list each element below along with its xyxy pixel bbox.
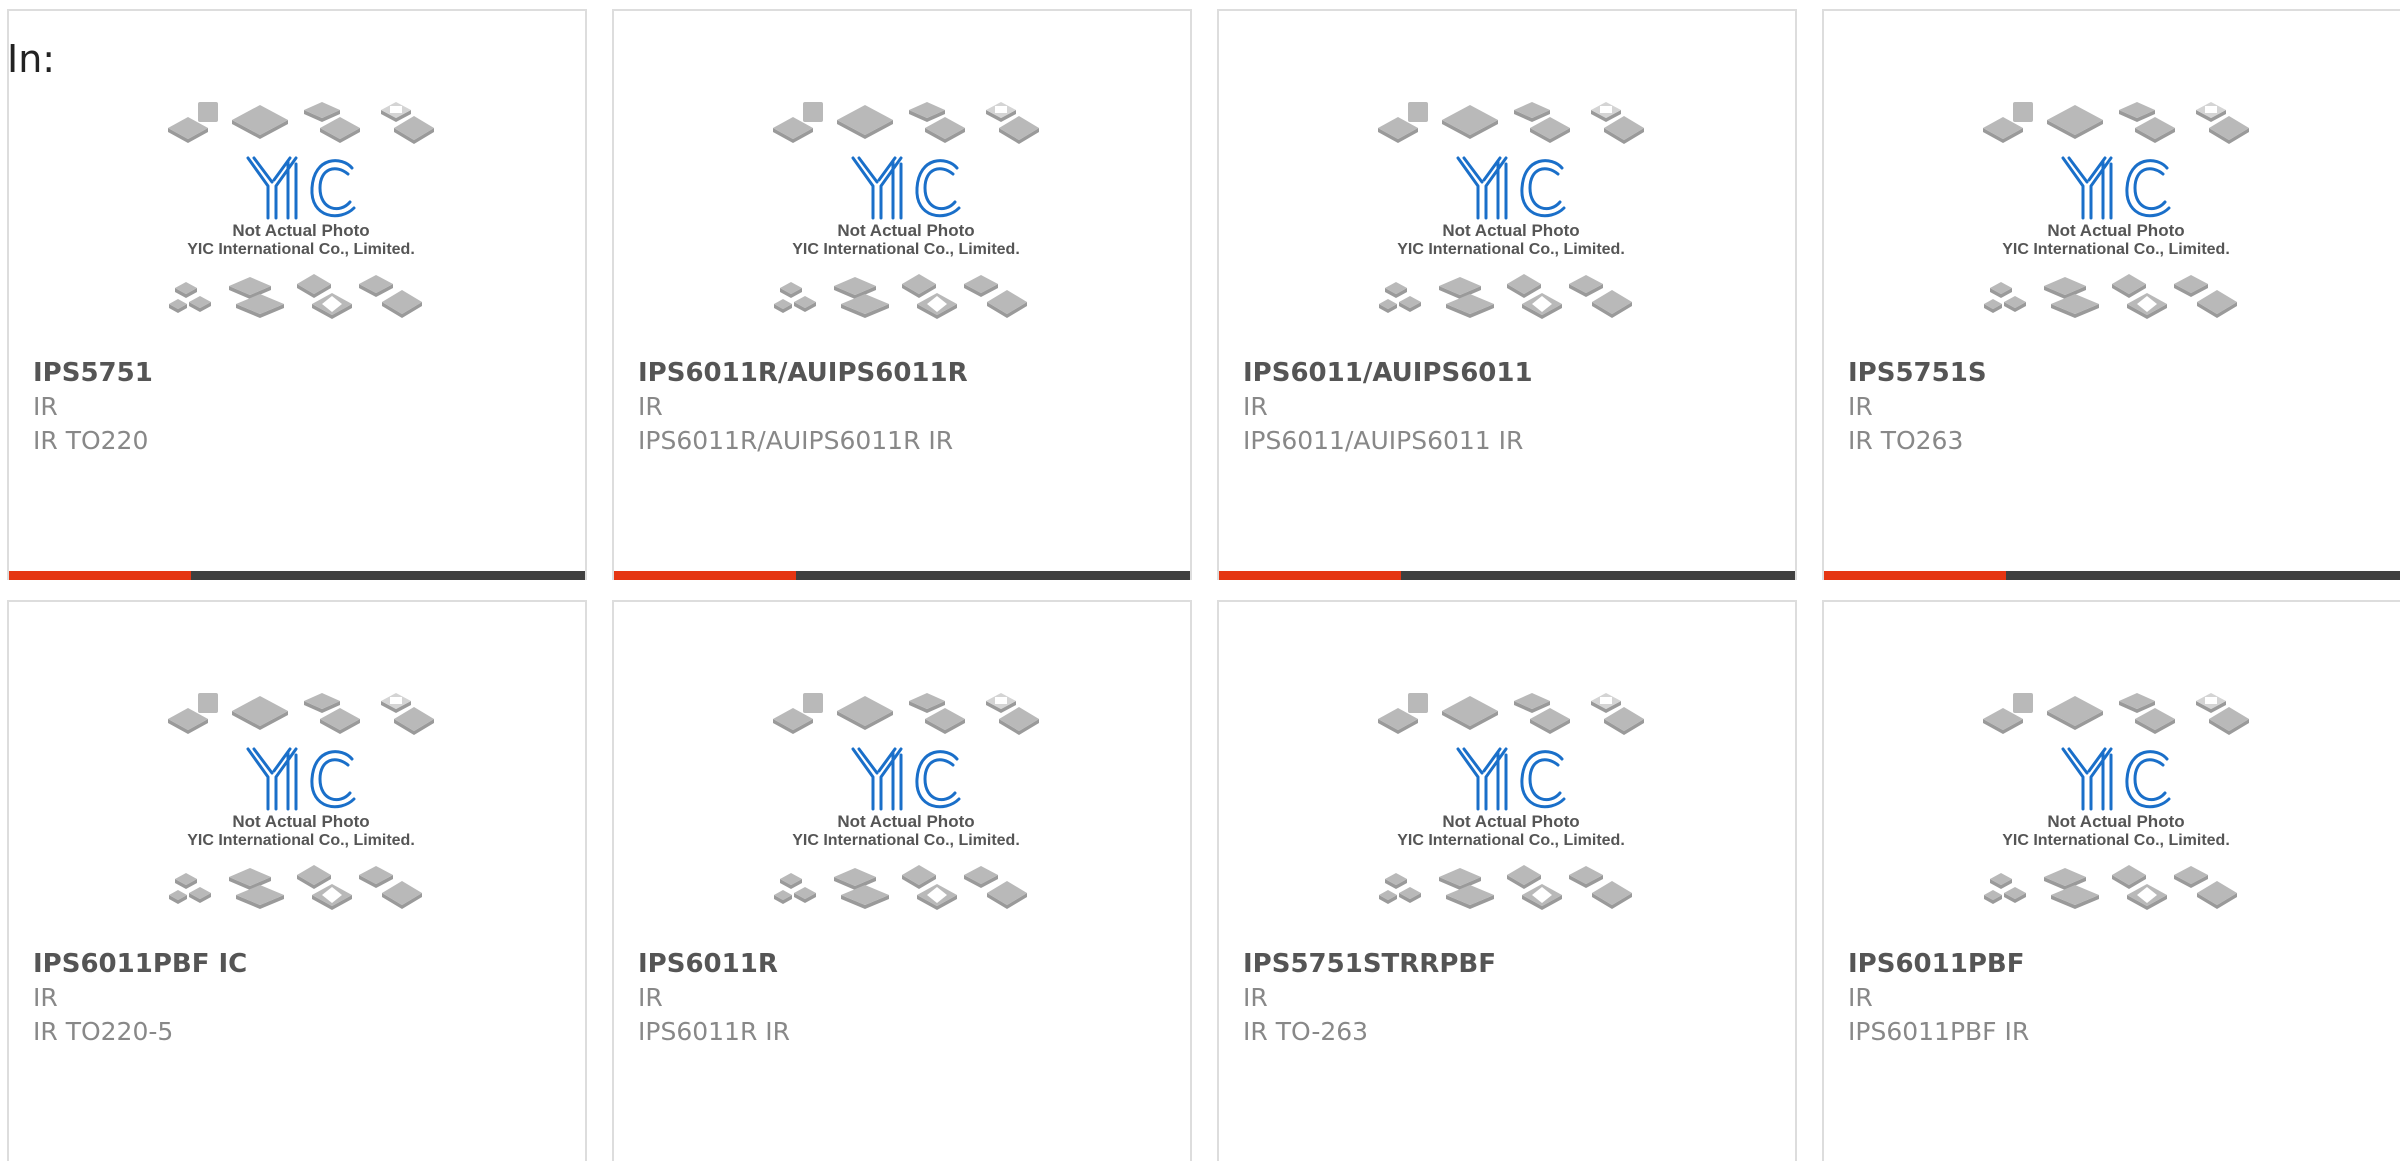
product-card[interactable]: Not Actual Photo YIC International Co., L… <box>612 9 1192 580</box>
chip-packages-icon: Not Actual PhotoYIC International Co., L… <box>773 693 1039 910</box>
chip-packages-icon: Not Actual PhotoYIC International Co., L… <box>1378 693 1644 910</box>
card-accent-bar <box>1219 571 1401 580</box>
chip-packages-icon: Not Actual PhotoYIC International Co., L… <box>1983 102 2249 319</box>
product-description: IR TO263 <box>1848 426 1964 455</box>
product-image[interactable]: Not Actual Photo YIC International Co., L… <box>164 98 438 348</box>
product-brand: IR <box>638 392 663 421</box>
product-name[interactable]: IPS5751STRRPBF <box>1243 947 1785 981</box>
product-brand: IR <box>1848 392 1873 421</box>
product-brand: IR <box>638 983 663 1012</box>
product-description: IPS6011R IR <box>638 1017 791 1046</box>
product-card[interactable]: Not Actual Photo YIC International Co., L… <box>7 9 587 580</box>
product-brand: IR <box>33 392 58 421</box>
product-description: IR TO220-5 <box>33 1017 174 1046</box>
chip-packages-icon: Not Actual PhotoYIC International Co., L… <box>773 102 1039 319</box>
product-name[interactable]: IPS6011R <box>638 947 1180 981</box>
product-image[interactable]: Not Actual Photo YIC International Co., L… <box>1979 98 2253 348</box>
chip-packages-icon: Not Actual PhotoYIC International Co., L… <box>168 102 434 319</box>
product-card[interactable]: Not Actual Photo YIC International Co., L… <box>1217 600 1797 1161</box>
product-image[interactable]: Not Actual Photo YIC International Co., L… <box>769 98 1043 348</box>
svg-text:Not Actual Photo: Not Actual Photo <box>837 221 974 240</box>
product-listing-page: In: Not Actual Photo YIC International Co… <box>0 0 2400 1161</box>
svg-text:YIC International Co., Limited: YIC International Co., Limited. <box>1397 832 1625 849</box>
product-card[interactable]: Not Actual Photo YIC International Co., L… <box>1217 9 1797 580</box>
svg-text:Not Actual Photo: Not Actual Photo <box>837 812 974 831</box>
product-brand: IR <box>33 983 58 1012</box>
svg-text:YIC International Co., Limited: YIC International Co., Limited. <box>187 241 415 258</box>
product-description: IPS6011PBF IR <box>1848 1017 2030 1046</box>
product-card[interactable]: Not Actual Photo YIC International Co., L… <box>1822 600 2400 1161</box>
product-grid-row-2: Not Actual Photo YIC International Co., L… <box>7 600 2400 1161</box>
product-name[interactable]: IPS6011R/AUIPS6011R <box>638 356 1180 390</box>
chip-packages-icon: Not Actual PhotoYIC International Co., L… <box>1983 693 2249 910</box>
product-card[interactable]: Not Actual Photo YIC International Co., L… <box>1822 9 2400 580</box>
product-image[interactable]: Not Actual Photo YIC International Co., L… <box>1374 689 1648 939</box>
product-description: IR TO-263 <box>1243 1017 1369 1046</box>
chip-packages-icon: Not Actual PhotoYIC International Co., L… <box>1378 102 1644 319</box>
product-card[interactable]: Not Actual Photo YIC International Co., L… <box>7 600 587 1161</box>
product-name[interactable]: IPS6011/AUIPS6011 <box>1243 356 1785 390</box>
product-image[interactable]: Not Actual Photo YIC International Co., L… <box>1374 98 1648 348</box>
svg-text:YIC International Co., Limited: YIC International Co., Limited. <box>2002 832 2230 849</box>
in-label: In: <box>7 37 56 81</box>
card-bottom-bar <box>1824 571 2400 580</box>
product-image[interactable]: Not Actual Photo YIC International Co., L… <box>769 689 1043 939</box>
card-accent-bar <box>614 571 796 580</box>
card-bottom-bar <box>1219 571 1795 580</box>
product-name[interactable]: IPS6011PBF IC <box>33 947 575 981</box>
svg-text:Not Actual Photo: Not Actual Photo <box>232 812 369 831</box>
chip-packages-icon: Not Actual PhotoYIC International Co., L… <box>168 693 434 910</box>
svg-text:Not Actual Photo: Not Actual Photo <box>232 221 369 240</box>
svg-text:YIC International Co., Limited: YIC International Co., Limited. <box>792 832 1020 849</box>
svg-text:Not Actual Photo: Not Actual Photo <box>1442 812 1579 831</box>
card-accent-bar <box>1824 571 2006 580</box>
product-name[interactable]: IPS5751 <box>33 356 575 390</box>
card-accent-bar <box>9 571 191 580</box>
product-card[interactable]: Not Actual Photo YIC International Co., L… <box>612 600 1192 1161</box>
svg-text:Not Actual Photo: Not Actual Photo <box>2047 221 2184 240</box>
svg-text:Not Actual Photo: Not Actual Photo <box>1442 221 1579 240</box>
svg-text:YIC International Co., Limited: YIC International Co., Limited. <box>792 241 1020 258</box>
card-bottom-bar <box>9 571 585 580</box>
product-name[interactable]: IPS5751S <box>1848 356 2390 390</box>
product-name[interactable]: IPS6011PBF <box>1848 947 2390 981</box>
product-description: IPS6011R/AUIPS6011R IR <box>638 426 954 455</box>
svg-text:YIC International Co., Limited: YIC International Co., Limited. <box>1397 241 1625 258</box>
product-grid-row-1: Not Actual Photo YIC International Co., L… <box>7 9 2400 580</box>
card-bottom-bar <box>614 571 1190 580</box>
product-brand: IR <box>1243 983 1268 1012</box>
product-description: IR TO220 <box>33 426 149 455</box>
svg-text:YIC International Co., Limited: YIC International Co., Limited. <box>187 832 415 849</box>
product-description: IPS6011/AUIPS6011 IR <box>1243 426 1524 455</box>
svg-text:YIC International Co., Limited: YIC International Co., Limited. <box>2002 241 2230 258</box>
product-brand: IR <box>1243 392 1268 421</box>
product-image[interactable]: Not Actual Photo YIC International Co., L… <box>1979 689 2253 939</box>
svg-text:Not Actual Photo: Not Actual Photo <box>2047 812 2184 831</box>
product-brand: IR <box>1848 983 1873 1012</box>
product-image[interactable]: Not Actual Photo YIC International Co., L… <box>164 689 438 939</box>
